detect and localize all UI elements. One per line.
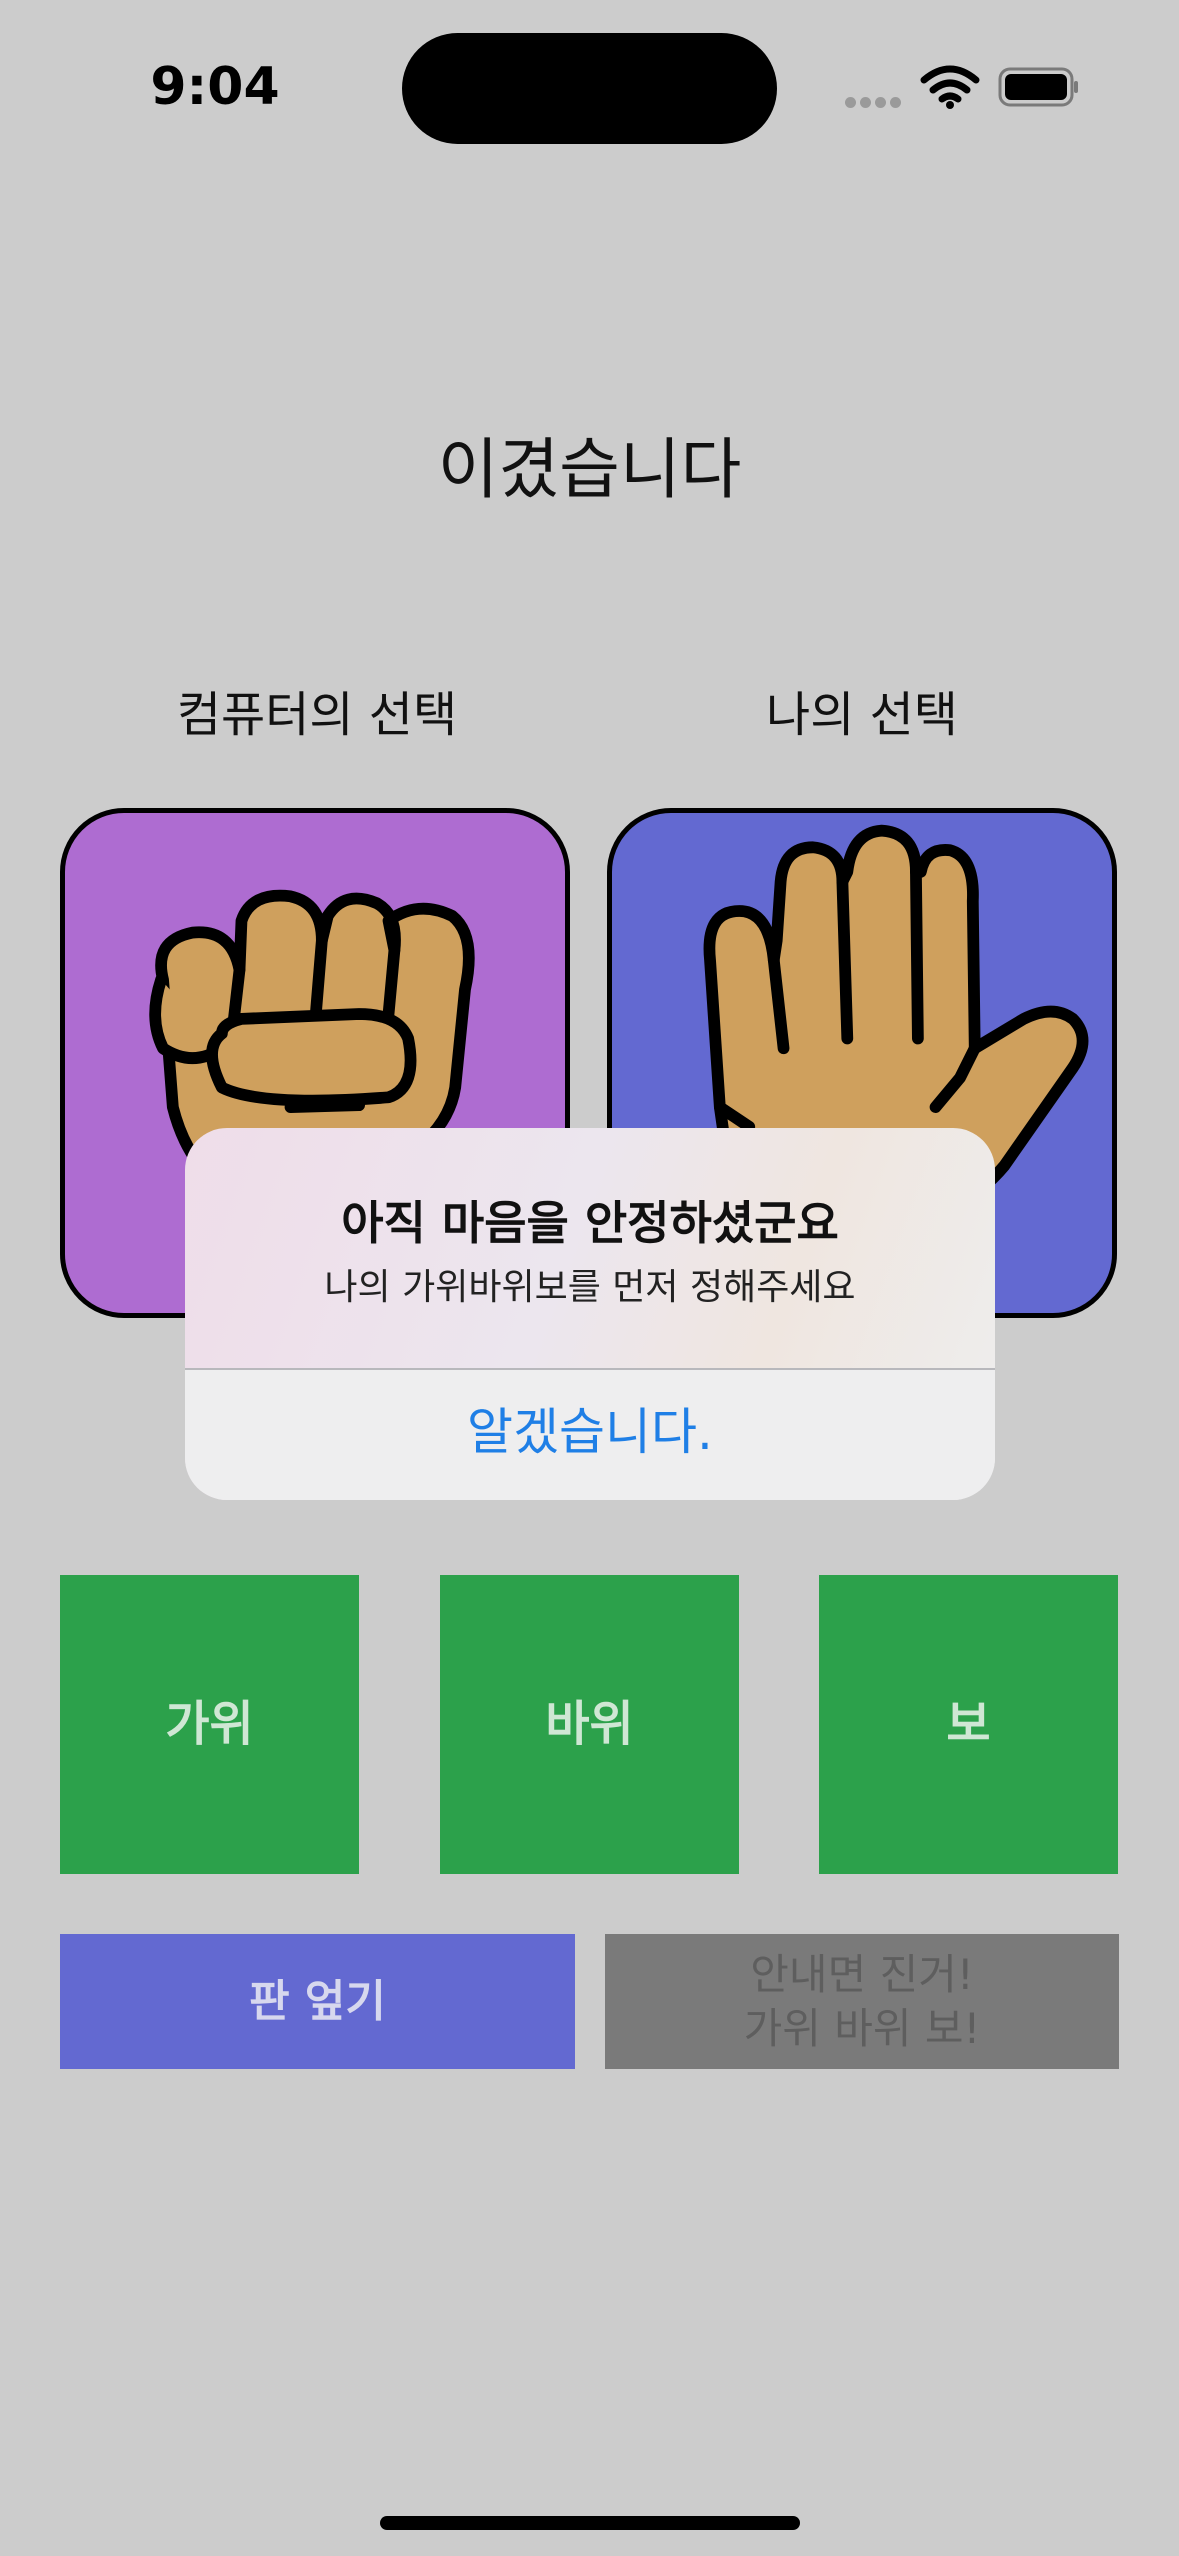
play-button[interactable]: 안내면 진거! 가위 바위 보! xyxy=(605,1934,1119,2069)
alert-confirm-button[interactable]: 알겠습니다. xyxy=(185,1370,995,1500)
rock-button[interactable]: 바위 xyxy=(440,1575,739,1874)
home-indicator[interactable] xyxy=(380,2516,800,2530)
paper-button[interactable]: 보 xyxy=(819,1575,1118,1874)
battery-icon xyxy=(998,67,1078,107)
play-button-line1: 안내면 진거! xyxy=(750,1950,974,1999)
computer-choice-label: 컴퓨터의 선택 xyxy=(176,687,458,743)
scissors-button[interactable]: 가위 xyxy=(60,1575,359,1874)
status-time: 9:04 xyxy=(150,57,280,117)
dynamic-island xyxy=(402,33,777,144)
cellular-signal-icon xyxy=(845,93,905,108)
reset-button[interactable]: 판 엎기 xyxy=(60,1934,575,2069)
alert-message: 나의 가위바위보를 먼저 정해주세요 xyxy=(324,1267,856,1308)
result-title: 이겼습니다 xyxy=(437,431,742,508)
alert-title: 아직 마음을 안정하셨군요 xyxy=(341,1196,839,1250)
my-choice-label: 나의 선택 xyxy=(766,687,958,743)
alert-dialog: 아직 마음을 안정하셨군요 나의 가위바위보를 먼저 정해주세요 알겠습니다. xyxy=(185,1128,995,1500)
play-button-line2: 가위 바위 보! xyxy=(743,2004,981,2053)
wifi-icon xyxy=(920,65,980,109)
